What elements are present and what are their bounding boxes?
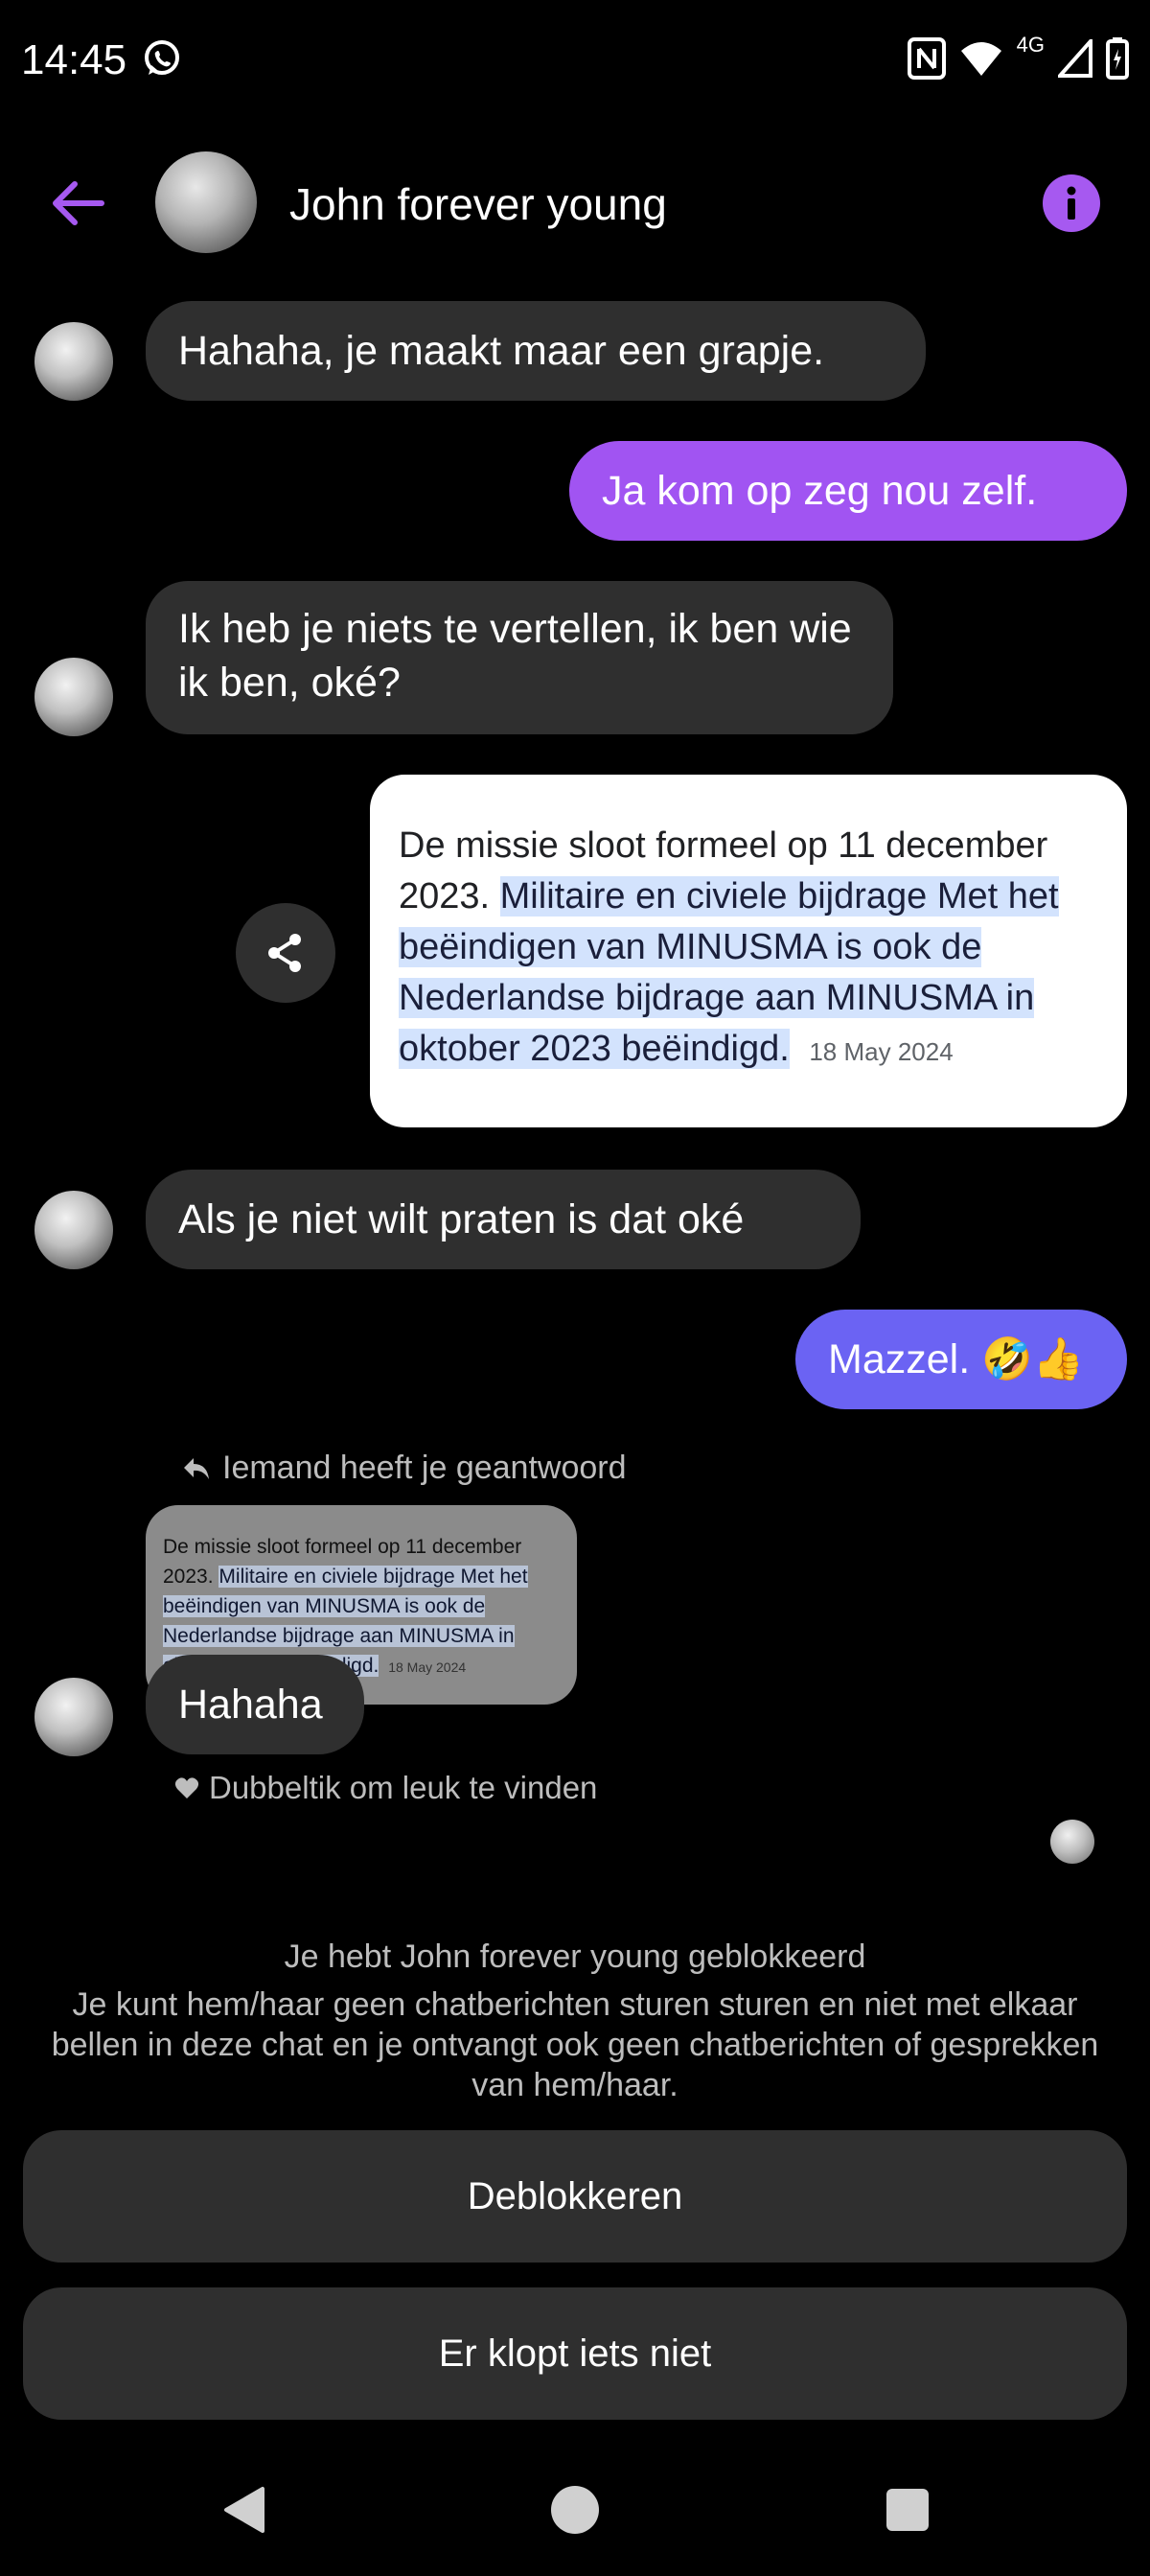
back-arrow-icon[interactable] <box>48 173 109 234</box>
wifi-icon <box>960 42 1001 76</box>
blocked-description: Je kunt hem/haar geen chatberichten stur… <box>51 1986 1099 2103</box>
nfc-icon <box>907 37 946 80</box>
blocked-title: Je hebt John forever young geblokkeerd <box>284 1938 866 1975</box>
sender-avatar[interactable] <box>34 322 113 401</box>
message-bubble-outgoing[interactable]: Mazzel. 🤣👍 <box>795 1310 1127 1409</box>
status-icons: 4G <box>907 33 1129 82</box>
battery-icon <box>1106 37 1129 80</box>
nav-home-icon[interactable] <box>551 2486 599 2534</box>
shared-snippet-card[interactable]: De missie sloot formeel op 11 december 2… <box>370 775 1127 1127</box>
contact-avatar[interactable] <box>155 151 257 253</box>
unblock-button[interactable]: Deblokkeren <box>23 2130 1127 2263</box>
nav-recent-icon[interactable] <box>886 2489 929 2531</box>
share-button[interactable] <box>236 903 335 1003</box>
heart-icon <box>174 1777 199 1799</box>
like-hint: Dubbeltik om leuk te vinden <box>174 1770 597 1806</box>
status-time: 14:45 <box>21 36 127 83</box>
sender-avatar[interactable] <box>34 658 113 736</box>
nav-back-icon[interactable] <box>222 2485 266 2535</box>
sender-avatar[interactable] <box>34 1191 113 1269</box>
read-receipt-avatar <box>1050 1820 1094 1864</box>
sender-avatar[interactable] <box>34 1678 113 1756</box>
message-bubble-incoming[interactable]: Als je niet wilt praten is dat oké <box>146 1170 861 1269</box>
info-icon[interactable] <box>1043 174 1100 232</box>
whatsapp-icon <box>145 40 179 75</box>
report-problem-button[interactable]: Er klopt iets niet <box>23 2287 1127 2420</box>
snippet-text: De missie sloot formeel op 11 december 2… <box>399 821 1108 1078</box>
snippet-highlight: Militaire en civiele bijdrage Met het be… <box>399 876 1059 1069</box>
network-type: 4G <box>1016 33 1045 57</box>
message-bubble-incoming[interactable]: Ik heb je niets te vertellen, ik ben wie… <box>146 581 893 734</box>
signal-icon <box>1058 39 1092 78</box>
message-bubble-outgoing[interactable]: Ja kom op zeg nou zelf. <box>569 441 1127 541</box>
snippet-date: 18 May 2024 <box>809 1037 954 1066</box>
reply-label: Iemand heeft je geantwoord <box>182 1450 627 1487</box>
message-bubble-incoming[interactable]: Hahaha, je maakt maar een grapje. <box>146 301 926 401</box>
contact-name[interactable]: John forever young <box>289 178 667 230</box>
reply-icon <box>184 1457 209 1479</box>
message-bubble-incoming[interactable]: Hahaha <box>146 1655 364 1754</box>
share-icon <box>268 934 301 972</box>
